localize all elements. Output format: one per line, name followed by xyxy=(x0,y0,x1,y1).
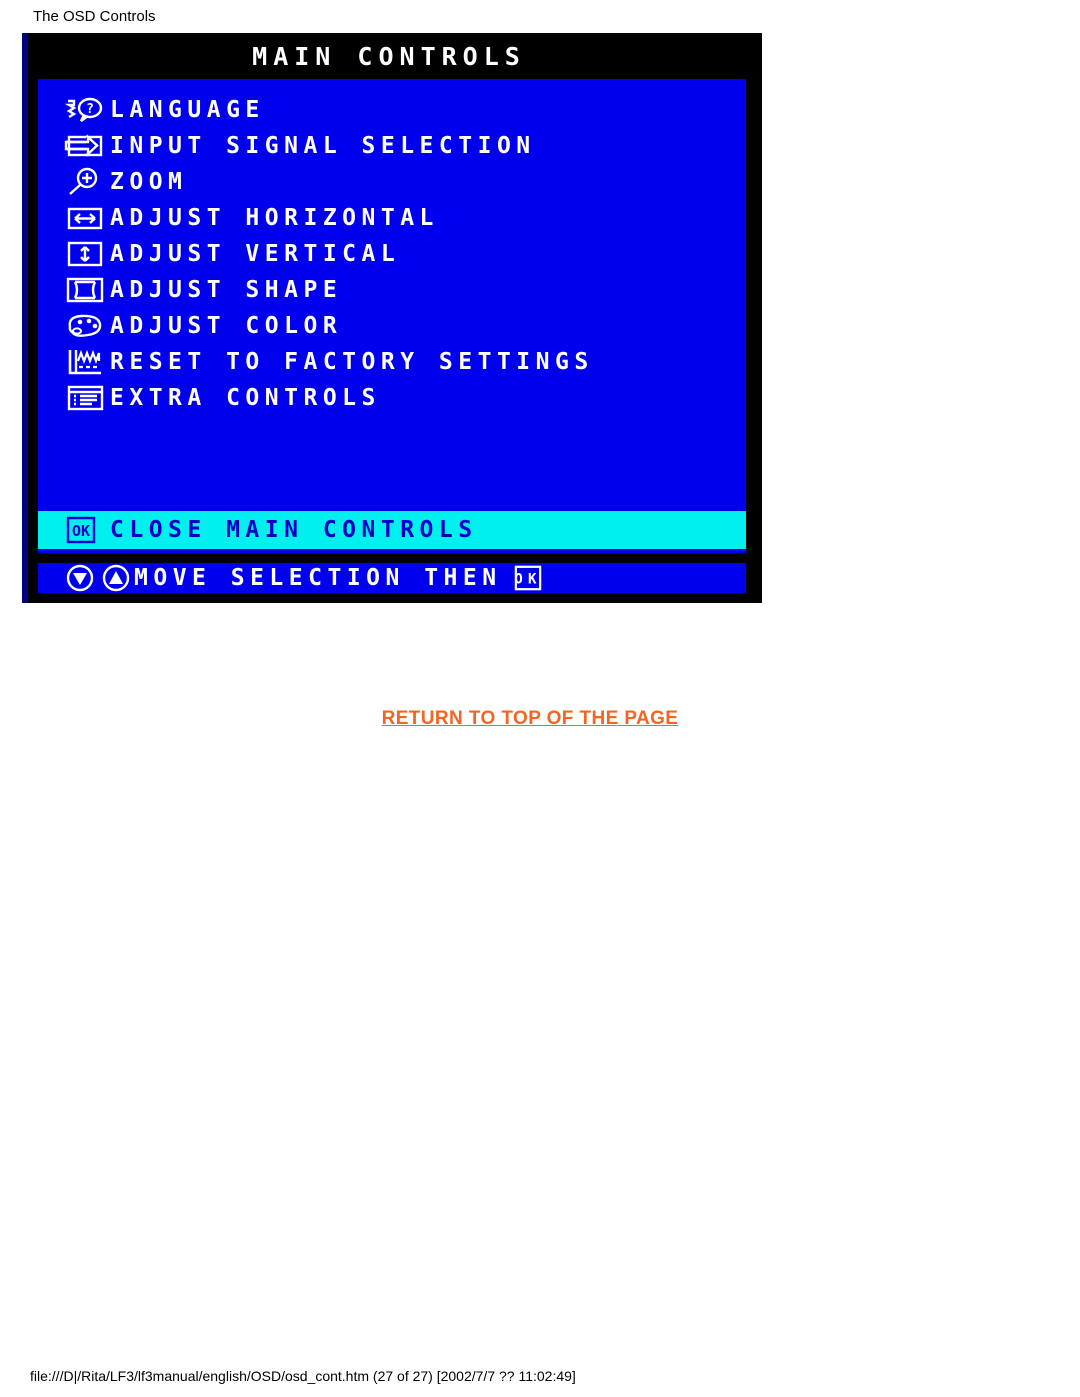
osd-item-language[interactable]: ? LANGUAGE xyxy=(38,92,746,128)
svg-text:?: ? xyxy=(86,102,94,117)
osd-titlebar: MAIN CONTROLS xyxy=(28,33,762,79)
return-to-top-link[interactable]: RETURN TO TOP OF THE PAGE xyxy=(0,708,1060,730)
osd-item-label: EXTRA CONTROLS xyxy=(110,384,381,411)
osd-title: MAIN CONTROLS xyxy=(252,41,526,71)
osd-item-extra-controls[interactable]: EXTRA CONTROLS xyxy=(38,380,746,416)
osd-item-label: ADJUST COLOR xyxy=(110,312,343,339)
osd-footer-icon-group xyxy=(64,563,134,593)
osd-footer-hint: MOVE SELECTION THEN OK xyxy=(38,563,746,593)
extra-controls-list-icon xyxy=(64,383,110,413)
osd-item-label: INPUT SIGNAL SELECTION xyxy=(110,132,536,159)
osd-item-label: ADJUST VERTICAL xyxy=(110,240,401,267)
horizontal-arrows-icon xyxy=(64,203,110,233)
ok-button-icon: OK xyxy=(514,565,541,591)
svg-text:OK: OK xyxy=(72,522,90,540)
osd-item-zoom[interactable]: ZOOM xyxy=(38,164,746,200)
osd-item-label: RESET TO FACTORY SETTINGS xyxy=(110,348,594,375)
down-arrow-button-icon xyxy=(66,564,94,592)
osd-item-reset-to-factory-settings[interactable]: RESET TO FACTORY SETTINGS xyxy=(38,344,746,380)
osd-highlight-band: OK CLOSE MAIN CONTROLS xyxy=(38,509,746,553)
ok-button-icon: OK xyxy=(64,515,110,545)
magnifier-plus-icon xyxy=(64,167,110,197)
osd-item-label: LANGUAGE xyxy=(110,96,265,123)
osd-menu-list: ? LANGUAGE INPUT SIGNAL SELECTION ZOOM A… xyxy=(38,79,746,509)
input-signal-arrow-icon xyxy=(64,131,110,161)
osd-item-label: CLOSE MAIN CONTROLS xyxy=(110,517,478,543)
osd-item-label: ADJUST SHAPE xyxy=(110,276,343,303)
osd-item-close-main-controls[interactable]: OK CLOSE MAIN CONTROLS xyxy=(38,511,746,549)
osd-item-adjust-shape[interactable]: ADJUST SHAPE xyxy=(38,272,746,308)
shape-pincushion-icon xyxy=(64,275,110,305)
color-palette-icon xyxy=(64,311,110,341)
osd-footer-label: MOVE SELECTION THEN OK xyxy=(134,564,544,592)
osd-item-input-signal-selection[interactable]: INPUT SIGNAL SELECTION xyxy=(38,128,746,164)
osd-item-adjust-color[interactable]: ADJUST COLOR xyxy=(38,308,746,344)
osd-left-rail xyxy=(22,33,28,603)
osd-screenshot-figure: MAIN CONTROLS ? LANGUAGE INPUT SIGNAL SE… xyxy=(22,33,762,603)
osd-item-adjust-vertical[interactable]: ADJUST VERTICAL xyxy=(38,236,746,272)
vertical-arrows-icon xyxy=(64,239,110,269)
file-path-footer: file:///D|/Rita/LF3/lf3manual/english/OS… xyxy=(30,1368,576,1384)
page-title: The OSD Controls xyxy=(33,8,156,25)
osd-item-label: ZOOM xyxy=(110,168,188,195)
svg-text:OK: OK xyxy=(514,572,541,588)
up-arrow-button-icon xyxy=(102,564,130,592)
osd-separator xyxy=(28,553,762,563)
osd-footer-text: MOVE SELECTION THEN xyxy=(134,565,502,591)
osd-item-label: ADJUST HORIZONTAL xyxy=(110,204,439,231)
factory-reset-icon xyxy=(64,347,110,377)
language-face-question-icon: ? xyxy=(64,95,110,125)
osd-item-adjust-horizontal[interactable]: ADJUST HORIZONTAL xyxy=(38,200,746,236)
